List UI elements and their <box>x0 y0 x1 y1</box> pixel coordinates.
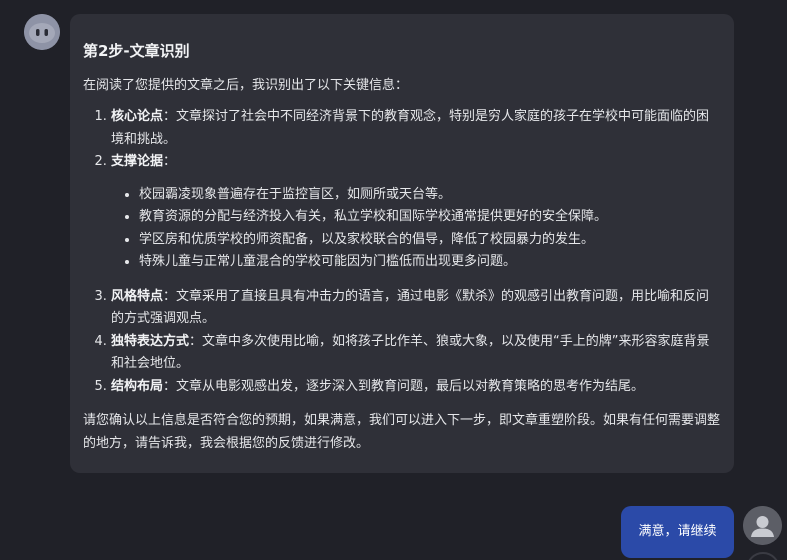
list-item: 支撑论据： 校园霸凌现象普遍存在于监控盲区，如厕所或天台等。 教育资源的分配与经… <box>111 151 720 274</box>
item-text: ：文章探讨了社会中不同经济背景下的教育观念，特别是穷人家庭的孩子在学校中可能面临… <box>111 109 710 147</box>
bot-face-icon <box>24 14 60 50</box>
item-label: 风格特点 <box>111 288 164 304</box>
item-label: 核心论点 <box>111 109 164 124</box>
message-closing: 请您确认以上信息是否符合您的预期，如果满意，我们可以进入下一步，即文章重塑阶段。… <box>83 413 721 451</box>
item-text: ：文章中多次使用比喻，如将孩子比作羊、狼或大象，以及使用“手上的牌”来形容家庭背… <box>111 333 710 372</box>
key-info-list: 核心论点：文章探讨了社会中不同经济背景下的教育观念，特别是穷人家庭的孩子在学校中… <box>83 106 720 398</box>
user-avatar <box>743 506 782 545</box>
user-silhouette-icon <box>743 506 782 545</box>
message-intro: 在阅读了您提供的文章之后，我识别出了以下关键信息： <box>83 78 409 93</box>
message-title: 第2步-文章识别 <box>83 42 190 60</box>
list-item: 核心论点：文章探讨了社会中不同经济背景下的教育观念，特别是穷人家庭的孩子在学校中… <box>111 106 720 151</box>
assistant-avatar <box>24 14 60 50</box>
sub-list-item: 特殊儿童与正常儿童混合的学校可能因为门槛低而出现更多问题。 <box>139 251 720 274</box>
list-item: 结构布局：文章从电影观感出发，逐步深入到教育问题，最后以对教育策略的思考作为结尾… <box>111 376 720 399</box>
item-text: ：文章采用了直接且具有冲击力的语言，通过电影《默杀》的观感引出教育问题，用比喻和… <box>111 288 710 327</box>
assistant-message: 第2步-文章识别 在阅读了您提供的文章之后，我识别出了以下关键信息： 核心论点：… <box>70 14 734 473</box>
item-label: 结构布局 <box>111 378 164 394</box>
sub-list-item: 校园霸凌现象普遍存在于监控盲区，如厕所或天台等。 <box>139 184 720 207</box>
item-text: ：文章从电影观感出发，逐步深入到教育问题，最后以对教育策略的思考作为结尾。 <box>163 378 645 394</box>
list-item: 独特表达方式：文章中多次使用比喻，如将孩子比作羊、狼或大象，以及使用“手上的牌”… <box>111 331 720 376</box>
item-label: 支撑论据 <box>111 154 164 169</box>
scroll-to-bottom-button[interactable] <box>746 552 780 560</box>
list-item: 风格特点：文章采用了直接且具有冲击力的语言，通过电影《默杀》的观感引出教育问题，… <box>111 286 720 331</box>
sub-list-item: 学区房和优质学校的师资配备，以及家校联合的倡导，降低了校园暴力的发生。 <box>139 229 720 252</box>
user-message: 满意，请继续 <box>621 506 734 558</box>
item-text: ： <box>163 154 177 169</box>
sub-list-item: 教育资源的分配与经济投入有关，私立学校和国际学校通常提供更好的安全保障。 <box>139 206 720 229</box>
supporting-evidence-list: 校园霸凌现象普遍存在于监控盲区，如厕所或天台等。 教育资源的分配与经济投入有关，… <box>111 184 720 274</box>
chat-thread: 第2步-文章识别 在阅读了您提供的文章之后，我识别出了以下关键信息： 核心论点：… <box>0 0 787 560</box>
item-label: 独特表达方式 <box>111 333 190 349</box>
